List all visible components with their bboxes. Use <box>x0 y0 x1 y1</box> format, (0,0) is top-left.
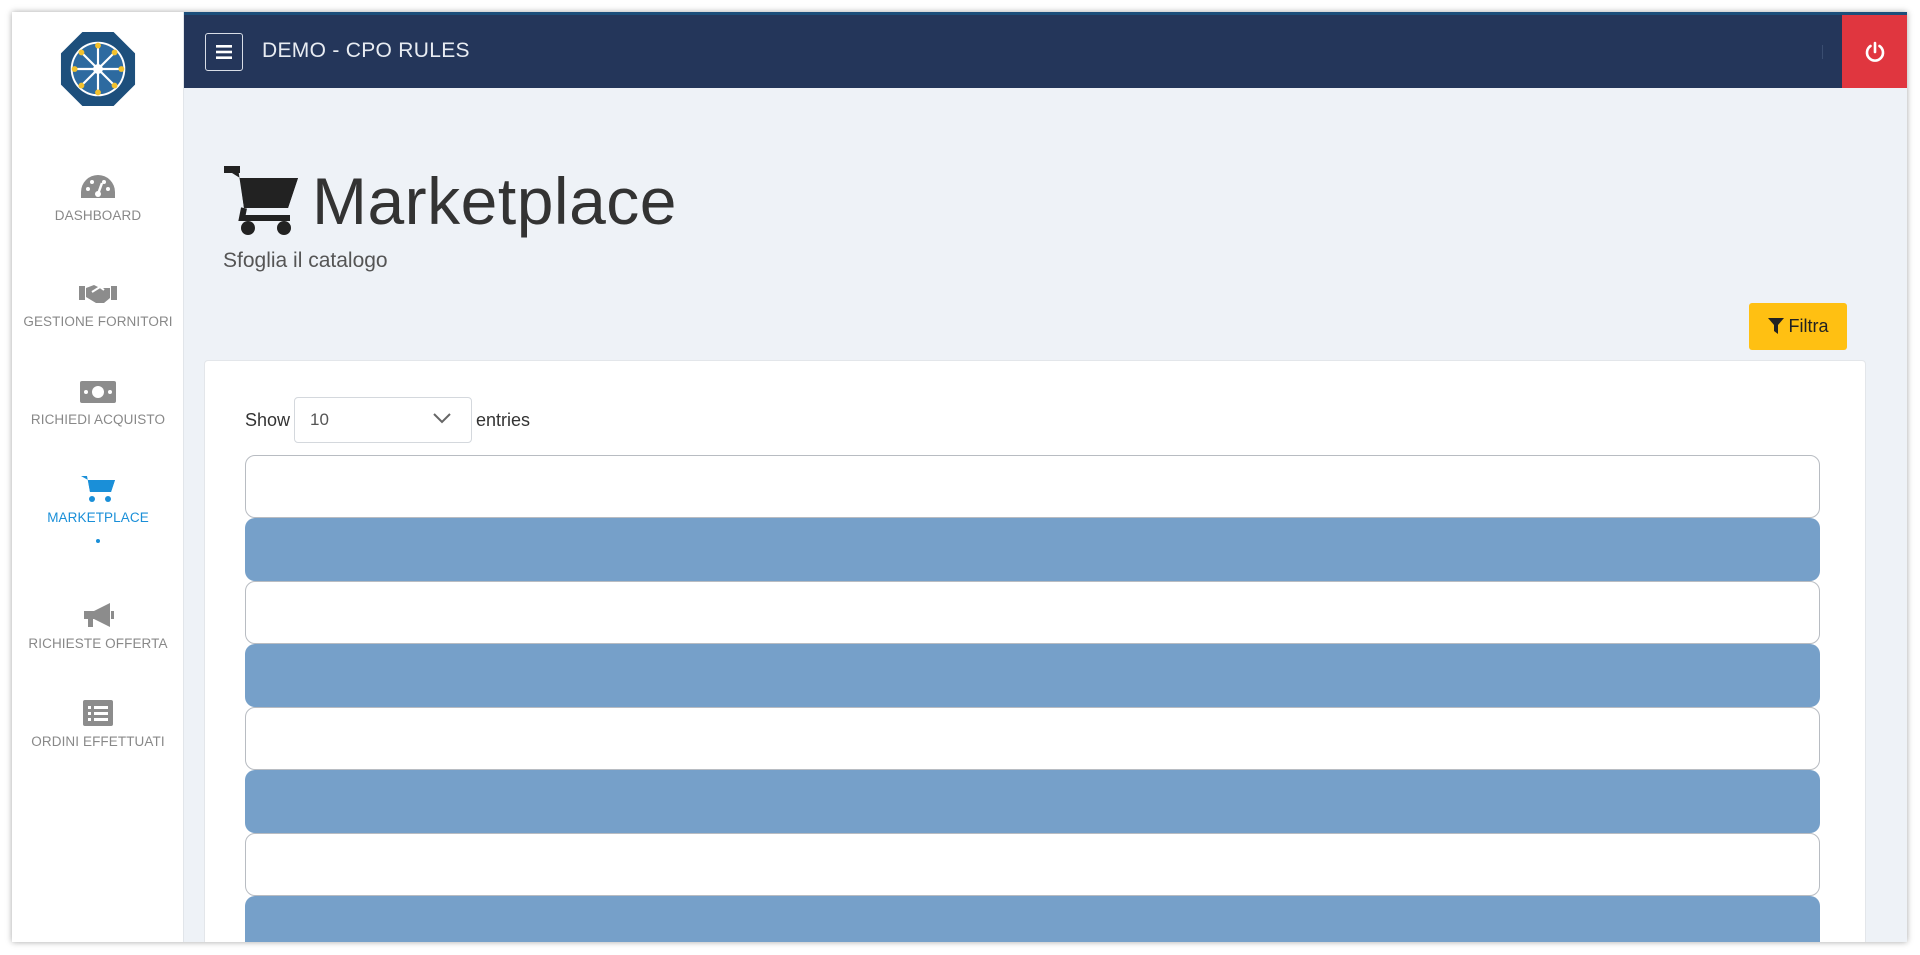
hamburger-icon <box>216 45 232 59</box>
sidebar-item-richieste-offerta[interactable]: RICHIESTE OFFERTA <box>12 600 184 651</box>
sidebar-item-label: DASHBOARD <box>54 208 142 223</box>
sidebar-item-label: RICHIESTE OFFERTA <box>28 636 168 651</box>
top-navbar: DEMO - CPO RULES <box>184 12 1907 88</box>
sidebar-item-marketplace[interactable]: MARKETPLACE <box>12 474 184 543</box>
dashboard-icon <box>81 175 115 198</box>
table-row[interactable] <box>245 707 1820 770</box>
page-size-value: 10 <box>310 410 329 429</box>
sidebar-item-label: ORDINI EFFETTUATI <box>31 734 165 749</box>
sidebar-item-dashboard[interactable]: DASHBOARD <box>12 172 184 223</box>
hamburger-menu-button[interactable] <box>205 33 243 71</box>
table-row[interactable] <box>245 770 1820 833</box>
page-size-select[interactable]: 10 <box>294 397 473 443</box>
navbar-divider <box>1822 45 1823 59</box>
table-row[interactable] <box>245 644 1820 707</box>
sidebar-item-richiedi-acquisto[interactable]: RICHIEDI ACQUISTO <box>12 376 184 427</box>
sidebar-item-label: MARKETPLACE <box>47 510 149 525</box>
table-row[interactable] <box>245 455 1820 518</box>
app-window: DASHBOARD GESTIONE FORNITORI RICHIEDI AC… <box>12 12 1907 942</box>
chevron-down-icon <box>433 413 451 424</box>
catalog-table <box>245 455 1820 942</box>
active-indicator <box>96 539 100 543</box>
sidebar: DASHBOARD GESTIONE FORNITORI RICHIEDI AC… <box>12 12 184 942</box>
company-logo[interactable] <box>59 30 137 108</box>
table-row[interactable] <box>245 581 1820 644</box>
list-icon <box>83 700 113 726</box>
cart-icon <box>81 476 115 502</box>
page-title: Marketplace <box>312 164 677 238</box>
money-icon <box>80 381 116 403</box>
power-icon <box>1865 41 1884 62</box>
table-row[interactable] <box>245 896 1820 942</box>
table-row[interactable] <box>245 518 1820 581</box>
megaphone-icon <box>84 603 114 627</box>
sidebar-item-label: GESTIONE FORNITORI <box>23 314 173 329</box>
sidebar-item-ordini-effettuati[interactable]: ORDINI EFFETTUATI <box>12 698 184 749</box>
logout-button[interactable] <box>1842 15 1907 88</box>
handshake-icon <box>79 285 117 303</box>
sidebar-item-gestione-fornitori[interactable]: GESTIONE FORNITORI <box>12 278 184 329</box>
sidebar-item-label: RICHIEDI ACQUISTO <box>30 412 166 427</box>
filter-button[interactable]: Filtra <box>1749 303 1847 350</box>
page-length-control: Show 10 entries <box>245 397 530 443</box>
filter-button-label: Filtra <box>1788 316 1829 336</box>
page-subtitle: Sfoglia il catalogo <box>223 249 388 272</box>
page-header: Marketplace <box>222 164 677 238</box>
filter-icon <box>1767 318 1784 334</box>
show-label: Show <box>245 409 291 430</box>
entries-label: entries <box>476 409 531 430</box>
cart-icon <box>224 166 298 235</box>
table-row[interactable] <box>245 833 1820 896</box>
app-title: DEMO - CPO RULES <box>262 39 470 62</box>
catalog-card: Show 10 entries <box>204 360 1866 942</box>
